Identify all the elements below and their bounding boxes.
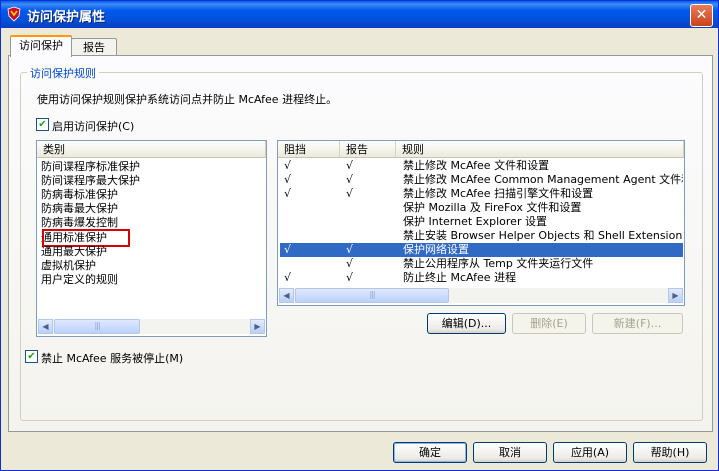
block-cell: √ bbox=[284, 271, 292, 284]
tab-panel: 访问保护规则 使用访问保护规则保护系统访问点并防止 McAfee 进程终止。 ✔… bbox=[8, 55, 713, 432]
close-icon: ✕ bbox=[695, 7, 708, 23]
group-description: 使用访问保护规则保护系统访问点并防止 McAfee 进程终止。 bbox=[37, 93, 338, 106]
ok-button[interactable]: 确定 bbox=[393, 442, 467, 463]
cancel-button[interactable]: 取消 bbox=[473, 442, 547, 463]
help-button[interactable]: 帮助(H) bbox=[633, 442, 707, 463]
scroll-left-icon: ◀ bbox=[283, 291, 290, 300]
report-cell: √ bbox=[346, 173, 354, 186]
report-cell: √ bbox=[346, 257, 354, 270]
rule-row[interactable]: √ 禁止公用程序从 Temp 文件夹运行文件 bbox=[280, 257, 683, 271]
report-cell: √ bbox=[346, 187, 354, 200]
rule-cell: 保护 Mozilla 及 FireFox 文件和设置 bbox=[403, 201, 582, 214]
scroll-left-button[interactable]: ◀ bbox=[279, 288, 294, 303]
edit-button[interactable]: 编辑(D)... bbox=[427, 313, 506, 334]
check-icon: ✔ bbox=[38, 119, 47, 130]
grip-icon: ||| bbox=[94, 321, 100, 330]
scroll-left-icon: ◀ bbox=[42, 322, 49, 331]
category-item[interactable]: 防病毒标准保护 bbox=[41, 188, 118, 202]
prevent-service-stop-checkbox[interactable]: ✔ bbox=[25, 350, 38, 363]
report-cell: √ bbox=[346, 159, 354, 172]
rule-cell: 防止终止 McAfee 进程 bbox=[403, 271, 517, 284]
scroll-right-icon: ▶ bbox=[672, 291, 679, 300]
column-header-block[interactable]: 阻挡 bbox=[278, 141, 340, 158]
scroll-right-button[interactable]: ▶ bbox=[250, 319, 265, 334]
category-item-selected[interactable]: 通用标准保护 bbox=[41, 229, 130, 247]
rule-cell: 禁止修改 McAfee 扫描引擎文件和设置 bbox=[403, 187, 594, 200]
block-cell: √ bbox=[284, 243, 292, 256]
category-item[interactable]: 防间谍程序标准保护 bbox=[41, 160, 140, 174]
rule-cell: 禁止安装 Browser Helper Objects 和 Shell Exte… bbox=[403, 229, 683, 242]
enable-access-protection-checkbox[interactable]: ✔ bbox=[36, 118, 49, 131]
scroll-thumb[interactable]: ||| bbox=[295, 288, 449, 303]
rule-row-selected[interactable]: √ √ 保护网络设置 bbox=[280, 243, 683, 257]
rules-list[interactable]: 阻挡 报告 规则 √ √ 禁止修改 McAfee 文件和设置 √ √ 禁止修改 … bbox=[277, 140, 685, 306]
column-header-report[interactable]: 报告 bbox=[340, 141, 396, 158]
category-item[interactable]: 用户定义的规则 bbox=[41, 273, 118, 287]
apply-button[interactable]: 应用(A) bbox=[553, 442, 627, 463]
check-icon: ✔ bbox=[27, 351, 36, 362]
category-list[interactable]: 类别 防间谍程序标准保护 防间谍程序最大保护 防病毒标准保护 防病毒最大保护 防… bbox=[36, 140, 267, 337]
rule-row[interactable]: √ √ 防止终止 McAfee 进程 bbox=[280, 271, 683, 285]
rule-cell: 保护网络设置 bbox=[403, 243, 469, 256]
rule-row[interactable]: √ √ 禁止修改 McAfee 扫描引擎文件和设置 bbox=[280, 187, 683, 201]
rule-row[interactable]: 禁止安装 Browser Helper Objects 和 Shell Exte… bbox=[280, 229, 683, 243]
tab-access-protection[interactable]: 访问保护 bbox=[10, 35, 72, 57]
enable-access-protection-label[interactable]: 启用访问保护(C) bbox=[52, 118, 134, 134]
window-title: 访问保护属性 bbox=[27, 10, 106, 25]
rule-row[interactable]: √ √ 禁止修改 McAfee 文件和设置 bbox=[280, 159, 683, 173]
category-item[interactable]: 防间谍程序最大保护 bbox=[41, 174, 140, 188]
scroll-right-icon: ▶ bbox=[254, 322, 261, 331]
category-item[interactable]: 通用最大保护 bbox=[41, 245, 107, 259]
rule-row[interactable]: √ √ 禁止修改 McAfee Common Management Agent … bbox=[280, 173, 683, 187]
block-cell: √ bbox=[284, 187, 292, 200]
close-button[interactable]: ✕ bbox=[690, 4, 713, 27]
tab-label: 报告 bbox=[83, 41, 105, 54]
category-column-header[interactable]: 类别 bbox=[37, 141, 266, 158]
new-button[interactable]: 新建(F)... bbox=[592, 313, 683, 334]
report-cell: √ bbox=[346, 271, 354, 284]
category-item[interactable]: 防病毒最大保护 bbox=[41, 202, 118, 216]
delete-button[interactable]: 删除(E) bbox=[512, 313, 586, 334]
mcafee-shield-icon bbox=[7, 6, 21, 22]
category-item[interactable]: 虚拟机保护 bbox=[41, 259, 96, 273]
rule-row[interactable]: 保护 Internet Explorer 设置 bbox=[280, 215, 683, 229]
scroll-left-button[interactable]: ◀ bbox=[38, 319, 53, 334]
block-cell: √ bbox=[284, 173, 292, 186]
rule-cell: 禁止修改 McAfee 文件和设置 bbox=[403, 159, 550, 172]
dialog-window: 访问保护属性 ✕ 访问保护 报告 访问保护规则 使用访问保护规则保护系统访问点并… bbox=[0, 0, 719, 471]
rule-cell: 禁止修改 McAfee Common Management Agent 文件和设 bbox=[403, 173, 683, 186]
title-bar[interactable]: 访问保护属性 ✕ bbox=[1, 1, 718, 28]
report-cell: √ bbox=[346, 243, 354, 256]
rule-cell: 保护 Internet Explorer 设置 bbox=[403, 215, 547, 228]
column-header-rule[interactable]: 规则 bbox=[396, 141, 684, 158]
grip-icon: ||| bbox=[369, 290, 375, 299]
rule-cell: 禁止公用程序从 Temp 文件夹运行文件 bbox=[403, 257, 594, 270]
scroll-right-button[interactable]: ▶ bbox=[668, 288, 683, 303]
block-cell: √ bbox=[284, 159, 292, 172]
scroll-thumb[interactable]: ||| bbox=[54, 319, 140, 334]
group-title: 访问保护规则 bbox=[27, 65, 99, 81]
category-item[interactable]: 防病毒爆发控制 bbox=[41, 216, 118, 230]
prevent-service-stop-label[interactable]: 禁止 McAfee 服务被停止(M) bbox=[41, 350, 183, 366]
category-hscrollbar[interactable]: ◀ ||| ▶ bbox=[38, 319, 265, 334]
tab-label: 访问保护 bbox=[19, 39, 63, 52]
rules-hscrollbar[interactable]: ◀ ||| ▶ bbox=[279, 288, 683, 303]
rule-row[interactable]: 保护 Mozilla 及 FireFox 文件和设置 bbox=[280, 201, 683, 215]
